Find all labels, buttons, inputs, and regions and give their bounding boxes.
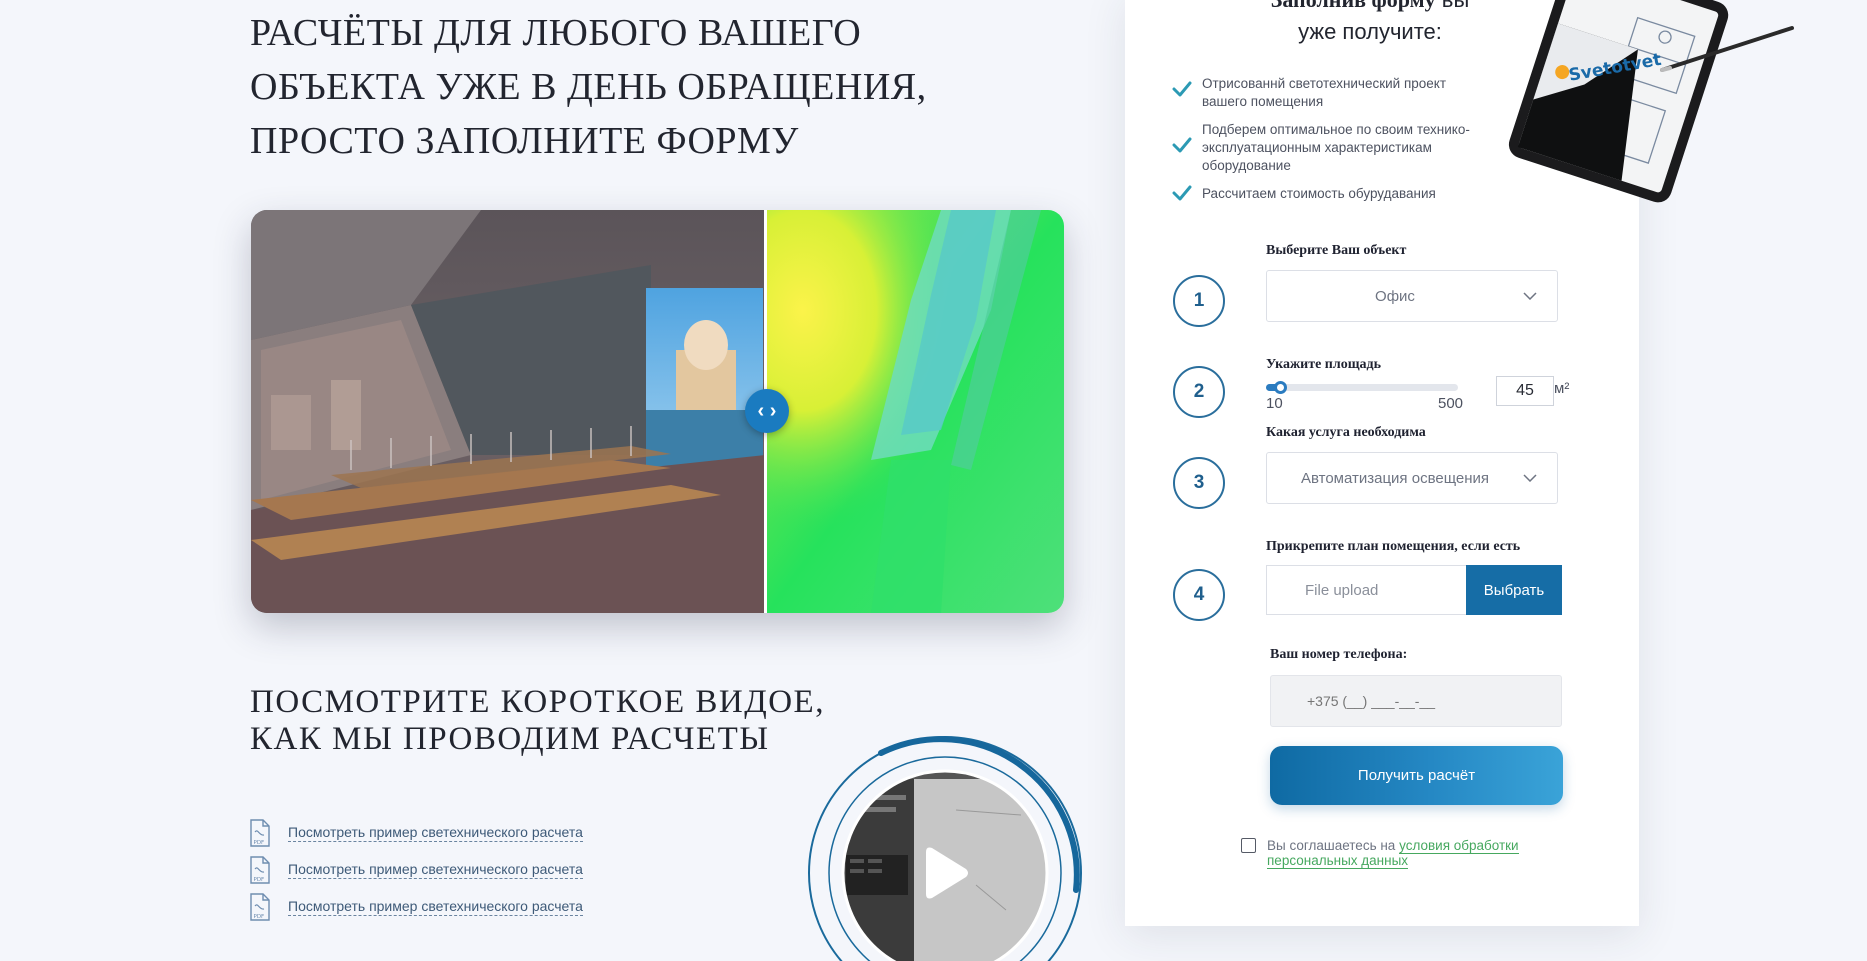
check-icon: [1172, 185, 1192, 201]
service-label: Какая услуга необходима: [1266, 425, 1426, 440]
pdf-example-links: PDF Посмотреть пример светехнического ра…: [250, 815, 583, 926]
check-icon: [1172, 81, 1192, 97]
before-after-comparison[interactable]: [251, 210, 1064, 613]
chevron-down-icon: [1523, 292, 1537, 300]
area-slider-max: 500: [1438, 395, 1464, 412]
benefit-item: Подберем оптимальное по своим технико-эк…: [1172, 121, 1482, 175]
plan-upload-label: Прикрепите план помещения, если есть: [1266, 539, 1521, 554]
consent-checkbox[interactable]: [1241, 838, 1256, 853]
tablet-project-illustration: Svetotvet: [1508, 0, 1794, 203]
area-label: Укажите площадь: [1266, 357, 1382, 372]
benefit-text: Подберем оптимальное по своим технико-эк…: [1202, 122, 1470, 173]
check-icon: [1172, 137, 1192, 153]
pdf-icon: PDF: [250, 856, 270, 884]
pdf-link-text[interactable]: Посмотреть пример светехнического расчет…: [288, 898, 583, 916]
phone-input[interactable]: [1270, 675, 1562, 727]
object-type-label: Выберите Ваш объект: [1266, 243, 1407, 258]
benefit-text: Рассчитаем стоимость обурудавания: [1202, 186, 1436, 201]
consent-row: Вы соглашаетесь на условия обработки пер…: [1241, 838, 1571, 869]
benefit-item: Рассчитаем стоимость обурудавания: [1172, 185, 1482, 203]
comparison-slider-handle[interactable]: ‹ ›: [745, 389, 789, 433]
video-player-thumbnail[interactable]: [806, 735, 1083, 961]
area-unit: м²: [1554, 380, 1570, 397]
area-slider-handle[interactable]: [1273, 381, 1287, 394]
file-upload-placeholder: File upload: [1305, 581, 1379, 599]
svg-text:PDF: PDF: [254, 840, 265, 846]
step-number-1: 1: [1173, 275, 1225, 327]
area-slider-min: 10: [1266, 395, 1283, 412]
comparison-images: [251, 210, 1064, 613]
video-preview: [808, 736, 1082, 961]
chevron-down-icon: [1523, 474, 1537, 482]
pdf-link-text[interactable]: Посмотреть пример светехнического расчет…: [288, 861, 583, 879]
pdf-link-item[interactable]: PDF Посмотреть пример светехнического ра…: [250, 852, 583, 888]
left-right-arrows-icon: ‹ ›: [757, 399, 777, 422]
object-type-value: Офис: [1375, 287, 1415, 305]
hero-title-line: ОБЪЕКТА УЖЕ В ДЕНЬ ОБРАЩЕНИЯ,: [250, 66, 927, 108]
benefit-text: Отрисованнй светотехнический проект ваше…: [1202, 76, 1447, 109]
hero-title-line: ПРОСТО ЗАПОЛНИТЕ ФОРМУ: [250, 120, 799, 162]
svg-text:PDF: PDF: [254, 877, 265, 883]
file-upload-field[interactable]: File upload: [1266, 565, 1466, 615]
service-select[interactable]: Автоматизация освещения: [1266, 452, 1558, 504]
step-number-4: 4: [1173, 569, 1225, 621]
pdf-link-item[interactable]: PDF Посмотреть пример светехнического ра…: [250, 889, 583, 925]
step-number-3: 3: [1173, 457, 1225, 509]
choose-file-button[interactable]: Выбрать: [1466, 565, 1562, 615]
step-number-2: 2: [1173, 366, 1225, 418]
pdf-icon: PDF: [250, 819, 270, 847]
benefit-item: Отрисованнй светотехнический проект ваше…: [1172, 75, 1482, 111]
form-title-rest: уже получите:: [1298, 19, 1442, 44]
pdf-link-text[interactable]: Посмотреть пример светехнического расчет…: [288, 824, 583, 842]
phone-label: Ваш номер телефона:: [1270, 647, 1408, 662]
form-title-bold: Заполнив форму: [1271, 0, 1436, 12]
hero-title: РАСЧЁТЫ ДЛЯ ЛЮБОГО ВАШЕГО ОБЪЕКТА УЖЕ В …: [250, 6, 1010, 168]
area-slider[interactable]: [1266, 381, 1458, 394]
hero-title-line: РАСЧЁТЫ ДЛЯ ЛЮБОГО ВАШЕГО: [250, 12, 862, 54]
consent-text: Вы соглашаетесь на: [1267, 838, 1396, 853]
pdf-icon: PDF: [250, 893, 270, 921]
object-type-select[interactable]: Офис: [1266, 270, 1558, 322]
get-calculation-button[interactable]: Получить расчёт: [1270, 746, 1563, 805]
video-title-line: ПОСМОТРИТЕ КОРОТКОЕ ВИДОЕ,: [250, 684, 825, 720]
form-benefits-list: Отрисованнй светотехнический проект ваше…: [1172, 75, 1482, 213]
svg-text:PDF: PDF: [254, 914, 265, 920]
area-value-input[interactable]: [1496, 376, 1554, 406]
service-value: Автоматизация освещения: [1300, 469, 1490, 487]
pdf-link-item[interactable]: PDF Посмотреть пример светехнического ра…: [250, 815, 583, 851]
